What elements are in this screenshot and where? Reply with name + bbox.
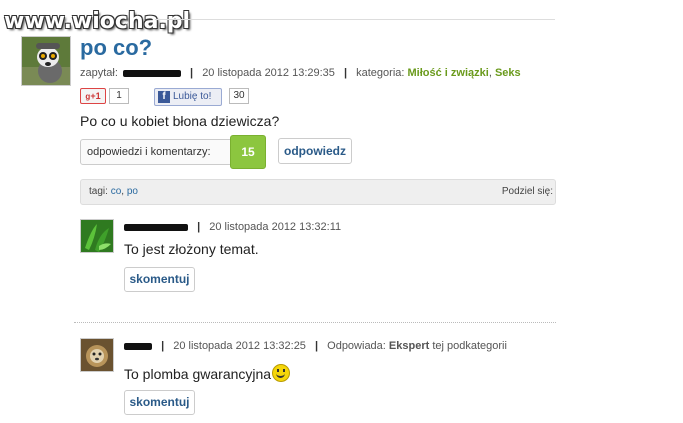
answers-count-label: odpowiedzi i komentarzy: [80, 139, 233, 165]
tags-label: tagi: [89, 186, 108, 197]
category-link-love[interactable]: Miłość i związki [408, 67, 489, 79]
answer-text: To jest złożony temat. [124, 241, 259, 257]
reply-button[interactable]: odpowiedz [278, 138, 352, 164]
separator: | [161, 340, 165, 352]
answer-meta: | 20 listopada 2012 13:32:25 | Odpowiada… [124, 340, 507, 352]
animal-avatar-image [81, 339, 113, 371]
comment-button[interactable]: skomentuj [124, 390, 195, 415]
asker-avatar[interactable] [21, 36, 71, 86]
answers-count-badge[interactable]: 15 [230, 135, 266, 169]
separator: | [343, 67, 348, 79]
tag-bar: tagi: co, po Podziel się: [80, 179, 556, 205]
answer-text: To plomba gwarancyjna [124, 364, 291, 382]
answer-date: 20 listopada 2012 13:32:25 [173, 340, 306, 352]
google-plus-count: 1 [109, 88, 129, 104]
facebook-like-count: 30 [229, 88, 249, 104]
smiley-icon [272, 364, 291, 382]
expert-rank-suffix: tej podkategorii [432, 340, 507, 352]
site-watermark: www.wiocha.pl [4, 9, 191, 34]
plant-avatar-image [81, 220, 113, 252]
redacted-username [122, 69, 181, 77]
tag-link[interactable]: co [111, 186, 122, 197]
answer-avatar[interactable] [80, 338, 114, 372]
question-date: 20 listopada 2012 13:29:35 [202, 67, 335, 79]
facebook-like-button[interactable]: f Lubię to! [154, 88, 222, 106]
facebook-icon: f [158, 91, 170, 103]
answer-meta: | 20 listopada 2012 13:32:11 [124, 221, 341, 233]
question-meta: zapytał: | 20 listopada 2012 13:29:35 | … [80, 67, 521, 79]
redacted-username [124, 223, 188, 231]
redacted-username [124, 342, 152, 350]
lemur-avatar-image [22, 37, 70, 85]
expert-rank: Ekspert [388, 340, 430, 352]
google-plus-button[interactable]: g+1 [80, 88, 106, 104]
comment-button[interactable]: skomentuj [124, 267, 195, 292]
separator: | [197, 221, 201, 233]
separator: | [190, 67, 194, 79]
answer-divider [74, 322, 556, 323]
answered-by-label: Odpowiada: [327, 340, 386, 352]
question-title[interactable]: po co? [80, 35, 152, 61]
category-link-sex[interactable]: Seks [495, 67, 521, 79]
tag-link[interactable]: po [127, 186, 138, 197]
question-body: Po co u kobiet błona dziewicza? [80, 113, 280, 129]
answer-date: 20 listopada 2012 13:32:11 [209, 221, 342, 233]
asked-label: zapytał: [80, 67, 118, 79]
google-plus-label: +1 [90, 91, 101, 101]
facebook-like-label: Lubię to! [173, 91, 212, 102]
share-label: Podziel się: [501, 186, 553, 197]
divider [155, 19, 555, 20]
category-label: kategoria: [356, 67, 405, 79]
answer-avatar[interactable] [80, 219, 114, 253]
answer-text-body: To plomba gwarancyjna [124, 366, 272, 382]
separator: | [315, 340, 319, 352]
